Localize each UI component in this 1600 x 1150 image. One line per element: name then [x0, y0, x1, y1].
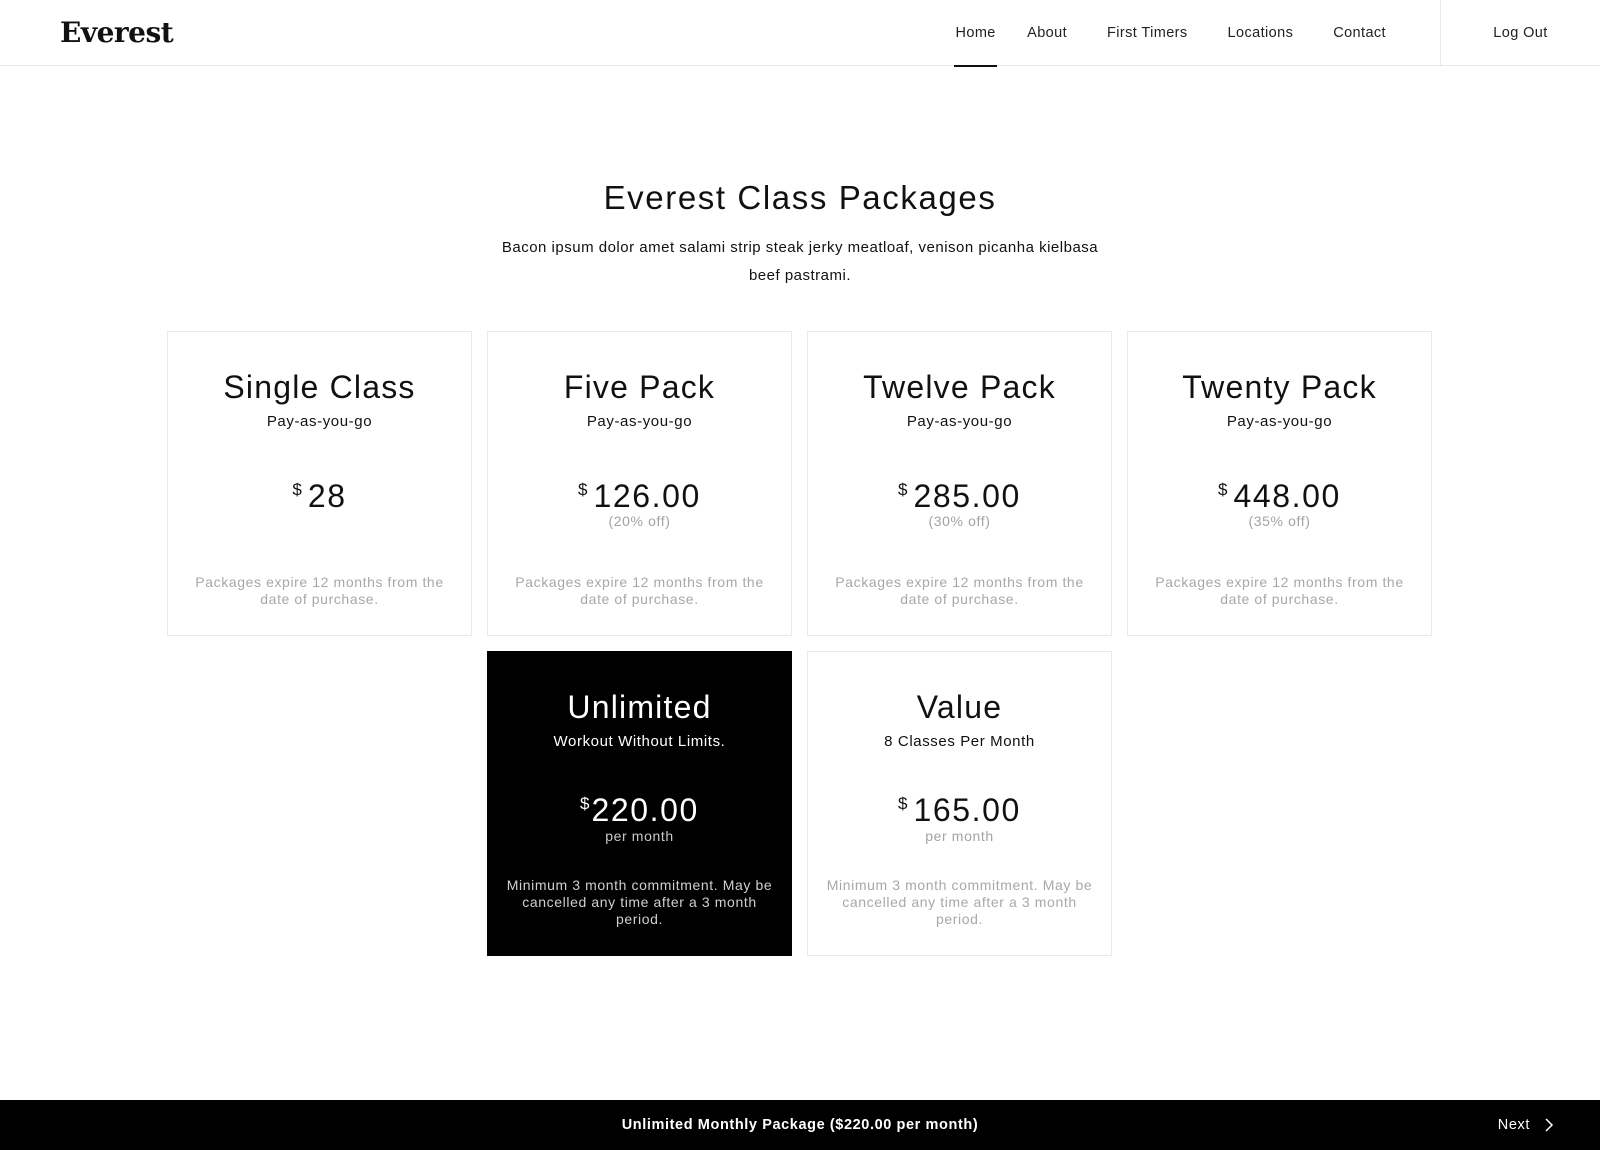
log-out-button[interactable]: Log Out — [1440, 0, 1600, 66]
page-subtitle: Bacon ipsum dolor amet salami strip stea… — [501, 239, 1099, 284]
package-tagline: Pay-as-you-go — [266, 413, 373, 430]
currency-symbol: $ — [1218, 480, 1228, 499]
package-tagline: Pay-as-you-go — [1226, 413, 1333, 430]
logo[interactable]: Everest — [60, 16, 174, 49]
price-amount: 28 — [307, 478, 347, 514]
checkout-bar: Unlimited Monthly Package ($220.00 per m… — [0, 1100, 1600, 1150]
page: Everest Home About First Timers Location… — [0, 0, 1600, 1150]
currency-symbol: $ — [578, 480, 588, 499]
package-price: $126.00 — [488, 470, 791, 516]
package-card-unlimited[interactable]: Unlimited Workout Without Limits. $220.0… — [487, 651, 792, 956]
main-nav: Home About First Timers Locations Contac… — [944, 0, 1600, 67]
site-header: Everest Home About First Timers Location… — [0, 0, 1600, 67]
nav-item-about[interactable]: About — [1007, 0, 1087, 66]
price-amount: 165.00 — [913, 792, 1021, 828]
package-tagline: Pay-as-you-go — [586, 413, 693, 430]
package-tagline: 8 Classes Per Month — [884, 733, 1035, 750]
nav-item-locations[interactable]: Locations — [1208, 0, 1314, 66]
chevron-right-icon — [1544, 1118, 1554, 1132]
nav-item-first-timers[interactable]: First Timers — [1087, 0, 1208, 66]
nav-item-home[interactable]: Home — [944, 0, 1007, 67]
package-note: Minimum 3 month commitment. May be cance… — [826, 877, 1093, 927]
package-card-single-class[interactable]: Single Class Pay-as-you-go $28 Packages … — [167, 331, 472, 636]
package-note: Minimum 3 month commitment. May be cance… — [506, 877, 773, 927]
currency-symbol: $ — [292, 480, 302, 499]
currency-symbol: $ — [898, 794, 908, 813]
package-billing-period: per month — [605, 828, 674, 844]
price-amount: 448.00 — [1233, 478, 1341, 514]
price-amount: 126.00 — [593, 478, 701, 514]
currency-symbol: $ — [898, 480, 908, 499]
package-name: Twelve Pack — [863, 369, 1056, 405]
package-price: $285.00 — [808, 470, 1111, 516]
package-note: Packages expire 12 months from the date … — [1155, 574, 1404, 607]
package-note: Packages expire 12 months from the date … — [195, 574, 444, 607]
package-name: Value — [916, 689, 1003, 725]
package-tagline: Workout Without Limits. — [553, 733, 726, 750]
package-card-twenty-pack[interactable]: Twenty Pack Pay-as-you-go $448.00 (35% o… — [1127, 331, 1432, 636]
price-amount: 220.00 — [591, 792, 699, 828]
package-name: Twenty Pack — [1182, 369, 1377, 405]
selected-package-summary: Unlimited Monthly Package ($220.00 per m… — [621, 1117, 979, 1133]
nav-item-contact[interactable]: Contact — [1313, 0, 1406, 66]
package-price: $448.00 — [1128, 470, 1431, 516]
next-label: Next — [1497, 1117, 1530, 1133]
package-price: $165.00 — [808, 784, 1111, 830]
price-amount: 285.00 — [913, 478, 1021, 514]
nav-links: Home About First Timers Locations Contac… — [944, 0, 1440, 67]
package-name: Five Pack — [563, 369, 716, 405]
page-title: Everest Class Packages — [603, 179, 997, 216]
package-card-twelve-pack[interactable]: Twelve Pack Pay-as-you-go $285.00 (30% o… — [807, 331, 1112, 636]
package-card-five-pack[interactable]: Five Pack Pay-as-you-go $126.00 (20% off… — [487, 331, 792, 636]
package-price: $220.00 — [488, 784, 791, 830]
package-name: Single Class — [223, 369, 416, 405]
intro-section: Everest Class Packages Bacon ipsum dolor… — [0, 174, 1600, 290]
package-billing-period: per month — [925, 828, 994, 844]
package-discount: (35% off) — [1248, 513, 1311, 529]
package-tagline: Pay-as-you-go — [906, 413, 1013, 430]
package-price: $28 — [168, 470, 471, 516]
package-discount: (30% off) — [928, 513, 991, 529]
currency-symbol: $ — [580, 794, 590, 813]
next-button[interactable]: Next — [1498, 1100, 1554, 1150]
package-note: Packages expire 12 months from the date … — [515, 574, 764, 607]
package-card-value[interactable]: Value 8 Classes Per Month $165.00 per mo… — [807, 651, 1112, 956]
package-name: Unlimited — [567, 689, 712, 725]
package-discount: (20% off) — [608, 513, 671, 529]
package-note: Packages expire 12 months from the date … — [835, 574, 1084, 607]
